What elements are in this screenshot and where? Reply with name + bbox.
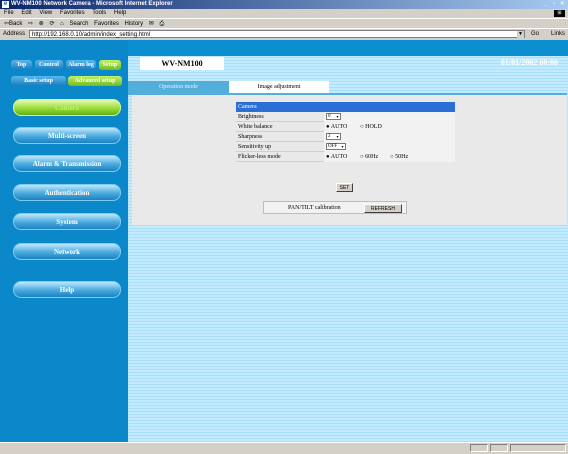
sharpness-select[interactable]: 2 ▾ xyxy=(326,133,341,140)
status-segment xyxy=(490,444,508,452)
brightness-label: Brightness xyxy=(238,114,264,120)
tab-basic-setup[interactable]: Basic setup xyxy=(11,76,66,86)
menu-favorites[interactable]: Favorites xyxy=(60,10,85,16)
flicker-auto-label: AUTO xyxy=(330,154,348,160)
menu-tools[interactable]: Tools xyxy=(92,10,106,16)
search-button[interactable]: Search xyxy=(69,21,88,27)
flicker-60hz-radio[interactable]: ○ 60Hz xyxy=(360,152,378,162)
address-field[interactable]: http://192.168.0.10/admin/index_setting.… xyxy=(29,30,525,38)
nav-system[interactable]: System xyxy=(13,213,121,230)
date-time: 01/01/2002 00:00 xyxy=(500,58,558,67)
tab-operation-mode[interactable]: Operation mode xyxy=(128,81,229,93)
nav-multi-screen[interactable]: Multi-screen xyxy=(13,127,121,144)
flicker-auto-radio[interactable]: ● AUTO xyxy=(326,152,347,162)
status-bar xyxy=(0,442,568,454)
sensitivity-up-value: OFF xyxy=(328,144,338,149)
flicker-50hz-label: 50Hz xyxy=(395,154,409,160)
menu-file[interactable]: File xyxy=(4,10,14,16)
brightness-select[interactable]: 0 ▾ xyxy=(326,113,341,120)
mail-icon[interactable]: ✉ xyxy=(149,21,154,27)
nav-alarm-transmission[interactable]: Alarm & Transmission xyxy=(13,155,121,172)
home-button[interactable]: ⌂ xyxy=(60,21,64,27)
chevron-down-icon: ▾ xyxy=(336,114,339,119)
sharpness-value: 2 xyxy=(328,134,331,139)
brightness-value: 0 xyxy=(328,114,331,119)
sensitivity-up-row: Sensitivity up OFF ▾ xyxy=(236,142,455,152)
chevron-down-icon: ▾ xyxy=(336,134,339,139)
camera-section-header: Camera xyxy=(236,102,455,112)
history-button[interactable]: History xyxy=(125,21,144,27)
stop-button[interactable]: ⊗ xyxy=(39,21,44,27)
links-button[interactable]: Links xyxy=(551,29,565,40)
favorites-button[interactable]: Favorites xyxy=(94,21,119,27)
white-balance-auto-label: AUTO xyxy=(330,124,348,130)
nav-camera[interactable]: Camera xyxy=(13,99,121,116)
chevron-down-icon[interactable]: ▼ xyxy=(517,31,524,38)
refresh-button[interactable]: ⟳ xyxy=(49,21,54,27)
address-label: Address xyxy=(3,31,26,37)
sharpness-label: Sharpness xyxy=(238,134,263,140)
status-zone xyxy=(510,444,566,452)
set-button[interactable]: SET xyxy=(336,183,353,192)
window-title: WV-NM100 Network Camera - Microsoft Inte… xyxy=(11,1,173,7)
flicker-less-row: Flicker-less mode ● AUTO ○ 60Hz ○ 50Hz xyxy=(236,152,455,162)
tab-image-adjustment[interactable]: Image adjustment xyxy=(229,81,329,93)
status-segment xyxy=(470,444,488,452)
sensitivity-up-label: Sensitivity up xyxy=(238,144,272,150)
menu-help[interactable]: Help xyxy=(114,10,126,16)
sharpness-row: Sharpness 2 ▾ xyxy=(236,132,455,142)
white-balance-auto-radio[interactable]: ● AUTO xyxy=(326,122,347,132)
sensitivity-up-select[interactable]: OFF ▾ xyxy=(326,143,346,150)
menu-view[interactable]: View xyxy=(39,10,52,16)
nav-help[interactable]: Help xyxy=(13,281,121,298)
go-button[interactable]: Go xyxy=(531,29,539,40)
tab-top[interactable]: Top xyxy=(11,60,32,70)
tab-advanced-setup[interactable]: Advanced setup xyxy=(68,76,122,86)
print-icon[interactable]: ⎙ xyxy=(160,21,165,27)
refresh-button[interactable]: REFRESH xyxy=(364,204,402,213)
white-balance-hold-label: HOLD xyxy=(365,124,382,130)
chevron-down-icon: ▾ xyxy=(341,144,344,149)
menu-bar: File Edit View Favorites Tools Help ⊞ xyxy=(0,9,568,18)
tab-alarm-log[interactable]: Alarm log xyxy=(66,60,96,70)
white-balance-label: White balance xyxy=(238,124,273,130)
model-name: WV-NM100 xyxy=(140,57,224,70)
windows-logo-icon: ⊞ xyxy=(554,10,565,17)
nav-network[interactable]: Network xyxy=(13,243,121,260)
tab-setup[interactable]: Setup xyxy=(99,60,121,70)
brightness-row: Brightness 0 ▾ xyxy=(236,112,455,122)
window-titlebar: e WV-NM100 Network Camera - Microsoft In… xyxy=(0,0,568,9)
back-button[interactable]: ⇦Back xyxy=(4,21,22,27)
pan-tilt-calibration-box: PAN/TILT calibration REFRESH xyxy=(263,201,407,214)
flicker-60hz-label: 60Hz xyxy=(365,154,379,160)
menu-edit[interactable]: Edit xyxy=(21,10,31,16)
window-controls[interactable]: _ ▫ × xyxy=(544,0,566,9)
flicker-50hz-radio[interactable]: ○ 50Hz xyxy=(390,152,408,162)
white-balance-hold-radio[interactable]: ○ HOLD xyxy=(360,122,382,132)
tab-control[interactable]: Control xyxy=(35,60,63,70)
forward-button[interactable]: ⇨ xyxy=(28,21,33,27)
ie-icon: e xyxy=(2,1,9,8)
nav-authentication[interactable]: Authentication xyxy=(13,184,121,201)
pan-tilt-label: PAN/TILT calibration xyxy=(288,205,341,211)
address-url: http://192.168.0.10/admin/index_setting.… xyxy=(32,32,151,38)
flicker-less-label: Flicker-less mode xyxy=(238,154,281,160)
white-balance-row: White balance ● AUTO ○ HOLD xyxy=(236,122,455,132)
